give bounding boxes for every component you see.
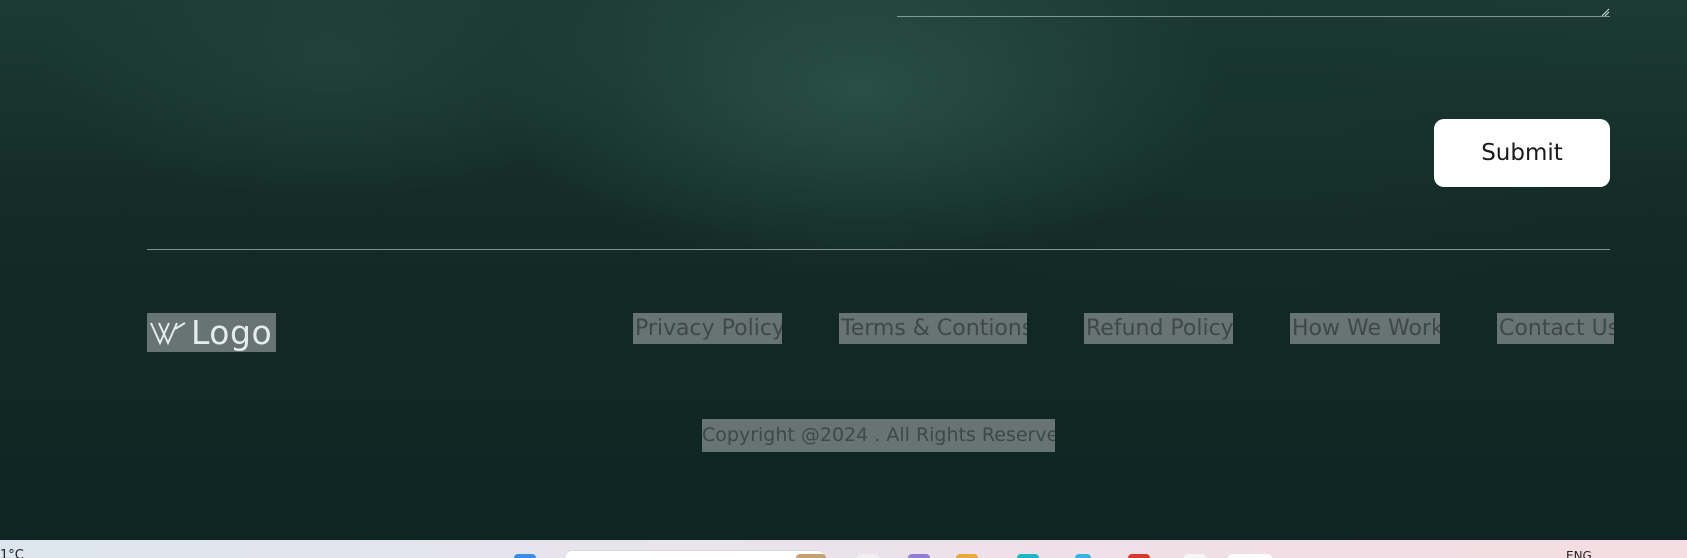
copyright-text: Copyright @2024 . All Rights Reserved — [702, 419, 1055, 452]
copilot-icon[interactable] — [908, 554, 930, 558]
logo-text: Logo — [191, 313, 273, 352]
weather-widget[interactable]: 1°C — [0, 549, 24, 558]
submit-button[interactable]: Submit — [1434, 119, 1610, 187]
resize-handle-icon[interactable] — [1600, 7, 1610, 17]
explorer-icon[interactable] — [857, 554, 879, 558]
footer-divider — [147, 249, 1610, 250]
footer-link-how-we-work[interactable]: How We Work — [1290, 313, 1440, 344]
footer-link-privacy-policy[interactable]: Privacy Policy — [633, 313, 782, 344]
windows-taskbar: 1°C ENG — [0, 540, 1687, 558]
page-footer-section: Submit Logo Privacy Policy Terms & Conti… — [0, 0, 1687, 540]
app-icon[interactable] — [1184, 554, 1206, 558]
files-icon[interactable] — [956, 554, 978, 558]
edge-icon[interactable] — [1017, 554, 1039, 558]
footer-link-contact-us[interactable]: Contact Us — [1497, 313, 1614, 344]
active-app-icon[interactable] — [1228, 554, 1272, 558]
search-highlight-icon — [796, 554, 826, 558]
language-indicator[interactable]: ENG — [1566, 550, 1592, 558]
windows-start-icon[interactable] — [514, 554, 536, 558]
taskbar-search-bar[interactable] — [564, 550, 826, 558]
footer-link-refund-policy[interactable]: Refund Policy — [1084, 313, 1233, 344]
store-icon[interactable] — [1075, 554, 1091, 558]
logo-mark-icon — [150, 321, 186, 345]
footer-logo[interactable]: Logo — [147, 313, 277, 352]
footer-link-terms[interactable]: Terms & Contions — [839, 313, 1027, 344]
chrome-icon[interactable] — [1128, 554, 1150, 558]
message-textarea[interactable] — [897, 0, 1610, 17]
